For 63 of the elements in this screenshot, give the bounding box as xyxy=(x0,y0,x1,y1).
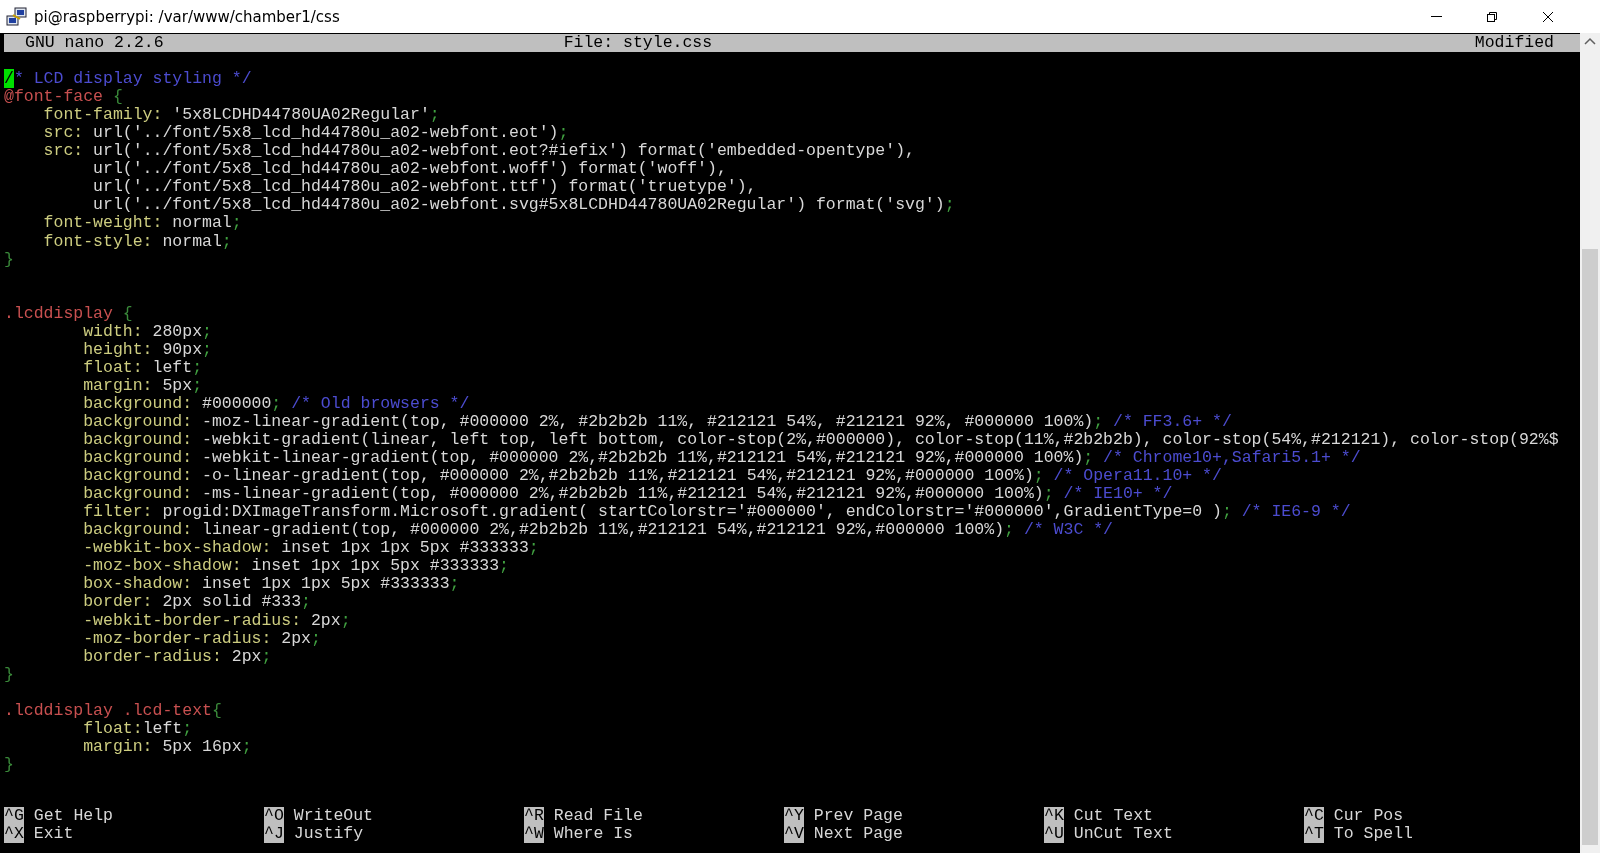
shortcut-key: ^K xyxy=(1044,806,1064,825)
shortcut-label: Get Help xyxy=(33,806,114,825)
shortcut-label: Where Is xyxy=(553,824,634,843)
code-line: @font-face { xyxy=(4,88,124,107)
code-line: margin: 5px; xyxy=(82,376,204,395)
shortcut-key: ^G xyxy=(4,806,24,825)
code-line: font-family: '5x8LCDHD44780UA02Regular'; xyxy=(42,106,441,125)
shortcut-label: Cut Text xyxy=(1073,806,1154,825)
code-line: } xyxy=(4,665,15,684)
code-line: background: -ms-linear-gradient(top, #000000 2%,#2b2b2b 11%,#212121 54%,#212121 92%,#000000 100%); /* IE10+ */ xyxy=(82,485,1174,504)
code-line: /* LCD display styling */ xyxy=(4,70,253,89)
window-title: pi@raspberrypi: /var/www/chamber1/css xyxy=(34,7,340,26)
shortcut-label: To Spell xyxy=(1333,824,1414,843)
code-line: } xyxy=(4,755,15,774)
code-line: margin: 5px 16px; xyxy=(82,737,253,756)
code-line: url('../font/5x8_lcd_hd44780u_a02-webfont.svg#5x8LCDHD44780UA02Regular') format('svg'); xyxy=(92,196,956,215)
code-line: box-shadow: inset 1px 1px 5px #333333; xyxy=(82,575,461,594)
code-line: float: left; xyxy=(82,358,204,377)
file-name: File: style.css xyxy=(563,34,713,53)
code-line: -moz-border-radius: 2px; xyxy=(82,629,322,648)
code-line: .lcddisplay { xyxy=(4,304,134,323)
code-line: background: -moz-linear-gradient(top, #000000 2%, #2b2b2b 11%, #212121 54%, #212121 92%, #000000 100%); /* FF3.6+ */ xyxy=(82,413,1233,432)
code-line: float:left; xyxy=(82,719,194,738)
shortcut-label: Prev Page xyxy=(813,806,903,825)
code-line: border: 2px solid #333; xyxy=(82,593,312,612)
code-line: background: -webkit-gradient(linear, left top, left bottom, color-stop(2%,#000000), color-stop(11%,#2b2b2b), color-stop(54%,#212121), color-stop(92%$ xyxy=(82,431,1560,450)
code-line: url('../font/5x8_lcd_hd44780u_a02-webfont.woff') format('woff'), xyxy=(92,160,728,179)
shortcut-label: Cur Pos xyxy=(1333,806,1404,825)
shortcut-label: Justify xyxy=(293,824,364,843)
code-line: background: -webkit-linear-gradient(top, #000000 2%,#2b2b2b 11%,#212121 54%,#212121 92%,#000000 100%); /* Chrome10+,Safari5.1+ */ xyxy=(82,449,1362,468)
code-line: background: #000000; /* Old browsers */ xyxy=(82,394,471,413)
shortcut-key: ^O xyxy=(264,806,284,825)
code-line: height: 90px; xyxy=(82,340,213,359)
shortcut-label: Next Page xyxy=(813,824,903,843)
shortcut-key: ^C xyxy=(1304,806,1324,825)
code-line: width: 280px; xyxy=(82,322,213,341)
modified-status: Modified xyxy=(1474,34,1554,53)
shortcut-key: ^Y xyxy=(784,806,804,825)
code-line: font-weight: normal; xyxy=(42,214,243,233)
shortcut-key: ^R xyxy=(524,806,544,825)
shortcut-label: WriteOut xyxy=(293,806,374,825)
code-line: src: url('../font/5x8_lcd_hd44780u_a02-webfont.eot'); xyxy=(42,124,570,143)
shortcut-label: Read File xyxy=(553,806,643,825)
shortcut-label: Exit xyxy=(33,824,74,843)
code-line: border-radius: 2px; xyxy=(82,647,273,666)
code-line: background: -o-linear-gradient(top, #000000 2%,#2b2b2b 11%,#212121 54%,#212121 92%,#000000 100%); /* Opera11.10+ */ xyxy=(82,467,1223,486)
code-line: src: url('../font/5x8_lcd_hd44780u_a02-webfont.eot?#iefix') format('embedded-opentype'), xyxy=(42,142,916,161)
terminal-app-icon xyxy=(6,5,28,28)
code-line: url('../font/5x8_lcd_hd44780u_a02-webfont.ttf') format('truetype'), xyxy=(92,178,758,197)
code-line: filter: progid:DXImageTransform.Microsoft.gradient( startColorstr='#000000', endColorstr='#000000',GradientType=0 ); /* IE6-9 */ xyxy=(82,503,1352,522)
code-line: font-style: normal; xyxy=(42,232,233,251)
code-line: -webkit-box-shadow: inset 1px 1px 5px #333333; xyxy=(82,539,540,558)
code-line: background: linear-gradient(top, #000000 2%,#2b2b2b 11%,#212121 54%,#212121 92%,#000000 100%); /* W3C */ xyxy=(82,521,1114,540)
scrollbar-thumb[interactable] xyxy=(1582,249,1598,845)
code-line: } xyxy=(4,250,15,269)
code-line: -moz-box-shadow: inset 1px 1px 5px #333333; xyxy=(82,557,510,576)
restore-icon xyxy=(1486,10,1498,23)
code-line: -webkit-border-radius: 2px; xyxy=(82,611,352,630)
code-line: .lcddisplay .lcd-text{ xyxy=(4,701,223,720)
minimize-icon xyxy=(1430,16,1442,17)
close-icon xyxy=(1542,10,1554,23)
editor-version: GNU nano 2.2.6 xyxy=(25,34,164,53)
shortcut-label: UnCut Text xyxy=(1073,824,1173,843)
